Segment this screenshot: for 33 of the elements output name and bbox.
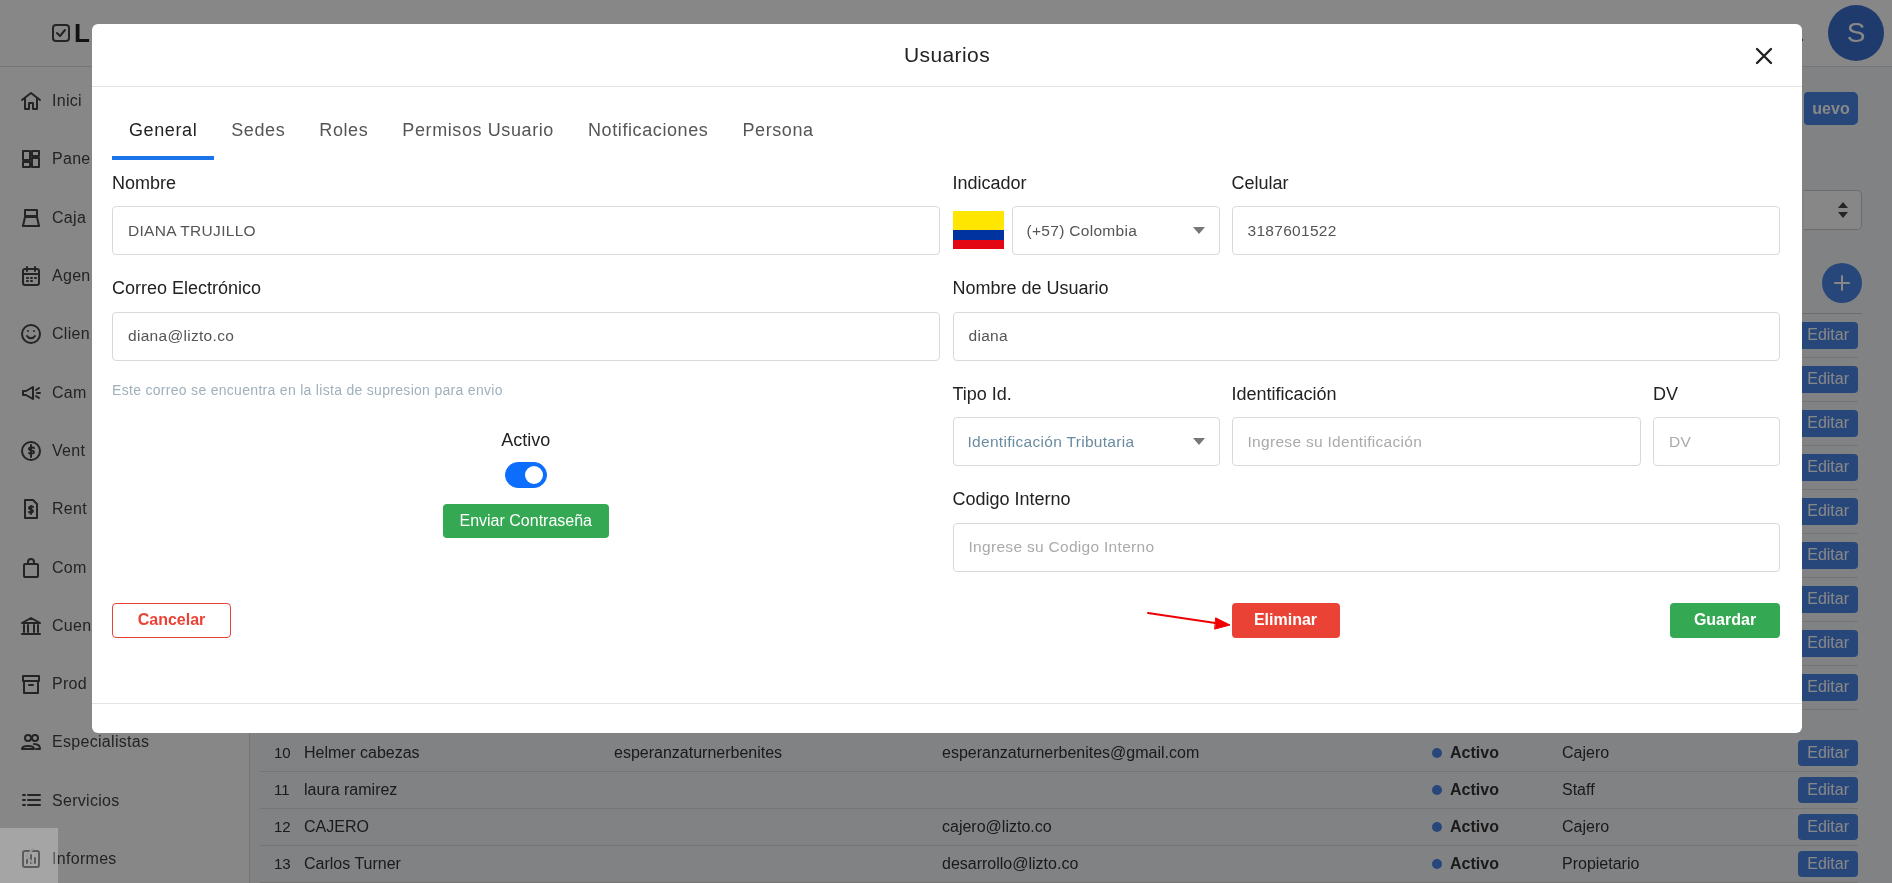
field-label: Indicador	[952, 172, 1028, 195]
field-label: Correo Electrónico	[112, 278, 263, 300]
table-cell: laura ramirez	[304, 781, 398, 798]
table-cell: Cajero	[1562, 818, 1610, 835]
table-cell: Carlos Turner	[304, 855, 401, 872]
field-label: Nombre de Usuario	[952, 278, 1110, 300]
status-text: Activo	[1450, 817, 1499, 837]
row-number: 12	[273, 816, 292, 837]
table-cell: esperanzaturnerbenites@gmail.com	[942, 744, 1200, 761]
table-cell: Helmer cabezas	[304, 744, 420, 761]
toggle-label: Activo	[501, 428, 551, 452]
status-text: Activo	[1450, 780, 1499, 800]
field-label: Codigo Interno	[952, 489, 1072, 511]
row-number: 13	[273, 853, 292, 874]
table-cell: Staff	[1562, 781, 1595, 798]
field-label: Tipo Id.	[952, 383, 1013, 406]
status-text: Activo	[1450, 743, 1499, 763]
table-cell: desarrollo@lizto.co	[942, 855, 1079, 872]
table-cell: CAJERO	[304, 818, 369, 835]
field-label: Celular	[1231, 172, 1290, 195]
row-number: 11	[273, 779, 291, 800]
table-cell: cajero@lizto.co	[942, 818, 1052, 835]
table-cell: esperanzaturnerbenites	[614, 744, 783, 761]
table-cell: Propietario	[1562, 855, 1640, 872]
modal-title: Usuarios	[903, 42, 991, 69]
field-label: Identificación	[1231, 383, 1338, 406]
status-text: Activo	[1450, 854, 1499, 874]
field-label: Nombre	[112, 172, 178, 195]
logo: L	[74, 20, 90, 46]
row-number: 10	[273, 742, 292, 763]
hint-text: Este correo se encuentra en la lista de supresion para envio	[112, 380, 504, 400]
field-label: DV	[1653, 383, 1679, 406]
table-cell: Cajero	[1562, 744, 1610, 761]
